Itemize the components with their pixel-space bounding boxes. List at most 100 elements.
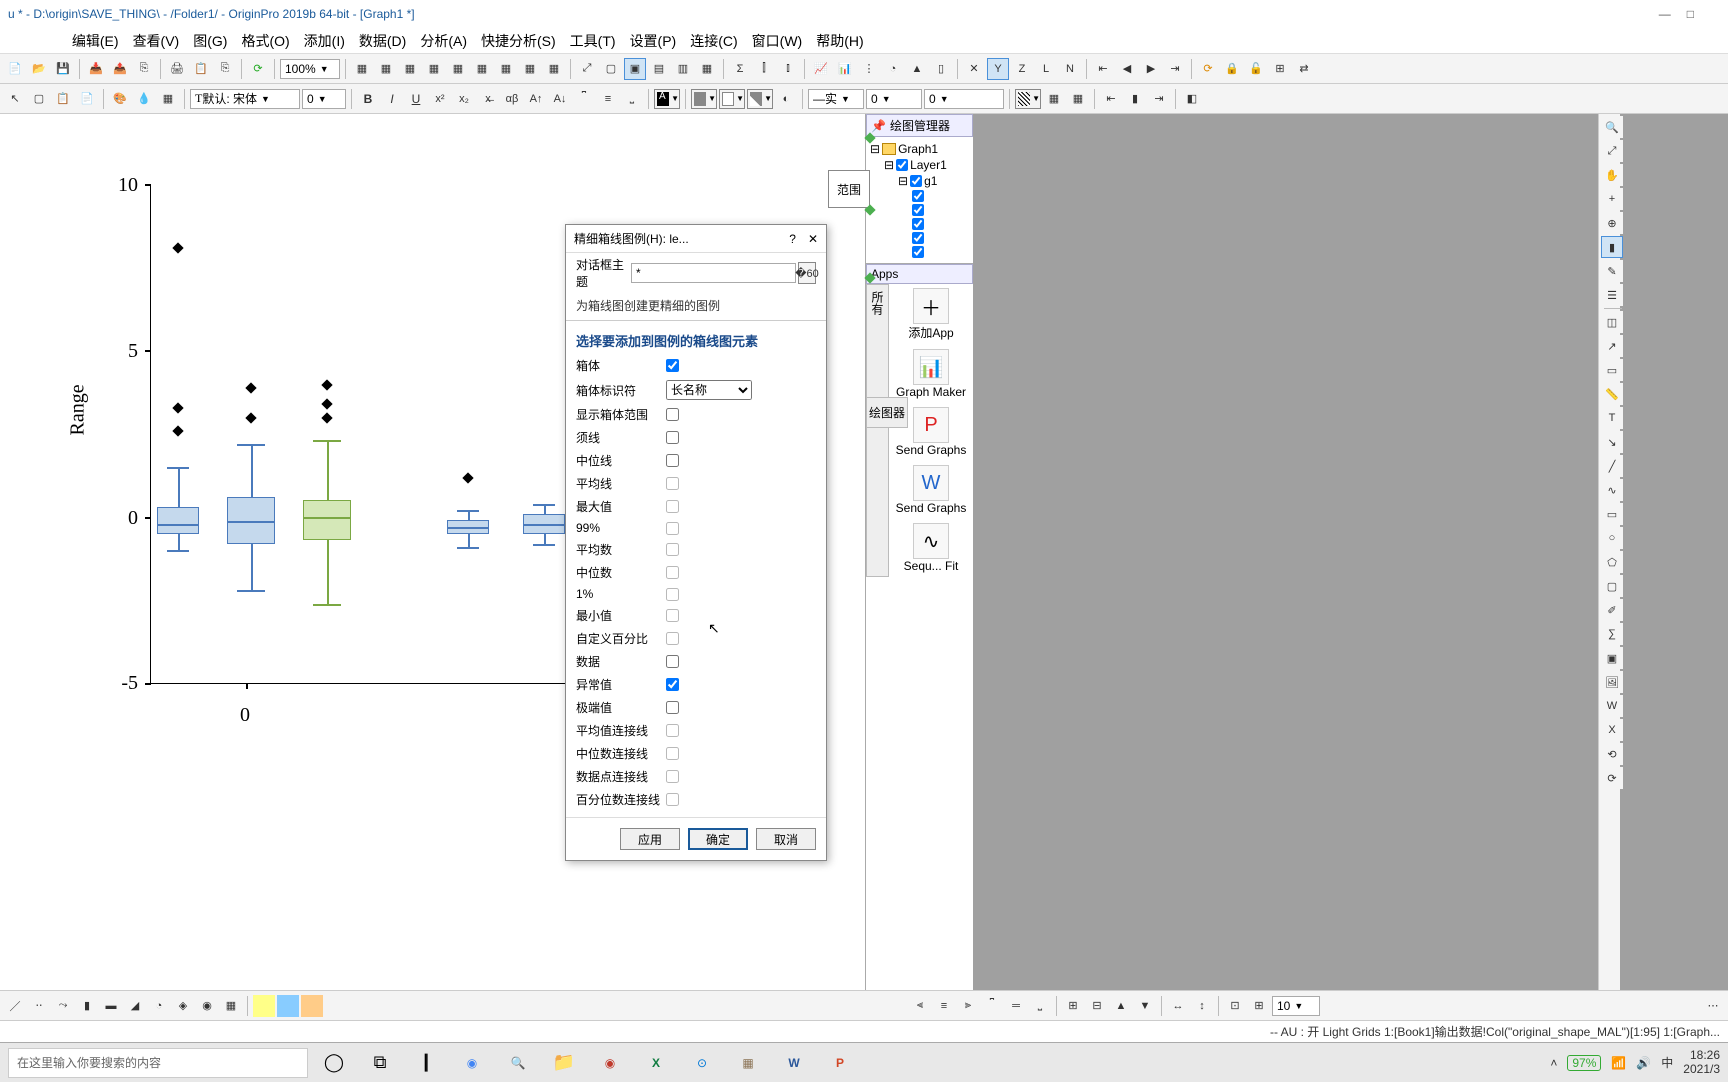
gradient-icon[interactable]: ▦	[1043, 88, 1065, 110]
dialog-help-icon[interactable]: ?	[789, 232, 796, 246]
duplicate-icon[interactable]: ⎘	[214, 58, 236, 80]
menu-graph[interactable]: 图(G)	[187, 29, 233, 53]
bold-icon[interactable]: B	[357, 88, 379, 110]
menu-tools[interactable]: 工具(T)	[564, 29, 622, 53]
stats-icon[interactable]: Σ	[729, 58, 751, 80]
menu-window[interactable]: 窗口(W)	[746, 29, 809, 53]
area-plot-icon[interactable]: ▲	[906, 58, 928, 80]
app-send-graphs-2[interactable]: WSend Graphs	[893, 465, 969, 515]
dlg-checkbox[interactable]	[666, 408, 679, 421]
bigger-icon[interactable]: A↑	[525, 88, 547, 110]
dlg-checkbox[interactable]	[666, 454, 679, 467]
line-color-btn[interactable]: ▼	[719, 89, 745, 109]
ime-icon[interactable]: 中	[1661, 1054, 1673, 1071]
align-mid-icon[interactable]: ≡	[597, 88, 619, 110]
pattern-btn[interactable]: ▼	[1015, 89, 1041, 109]
new-2d-icon[interactable]: ▦	[519, 58, 541, 80]
panel-title-graph-manager[interactable]: 📌 绘图管理器	[866, 114, 973, 137]
minimize-icon[interactable]: —	[1659, 7, 1671, 21]
line-style-combo[interactable]: —实▼	[808, 89, 864, 109]
transfer-icon[interactable]: ⇄	[1293, 58, 1315, 80]
annotation-icon[interactable]: ✎	[1601, 260, 1623, 282]
batch-icon[interactable]: ⎘	[133, 58, 155, 80]
graph-tree[interactable]: ⊟Graph1 ⊟Layer1 ⊟g1	[866, 137, 973, 263]
front-icon[interactable]: ▲	[1110, 995, 1132, 1017]
search-task-icon[interactable]: 🔍	[498, 1047, 538, 1079]
menu-insert[interactable]: 添加(I)	[298, 29, 351, 53]
data-cursor-icon[interactable]: ▮	[1601, 236, 1623, 258]
line-tool-icon[interactable]: ╱	[1601, 455, 1623, 477]
new-project-icon[interactable]: 📄	[4, 58, 26, 80]
align-top2-icon[interactable]: ⎴	[981, 995, 1003, 1017]
align-bot2-icon[interactable]: ⎵	[1029, 995, 1051, 1017]
cortana-icon[interactable]: ◯	[314, 1047, 354, 1079]
palette-icon[interactable]: ▦	[157, 88, 179, 110]
font-size-combo[interactable]: 0▼	[302, 89, 346, 109]
anti-alias-icon[interactable]: ◧	[1181, 88, 1203, 110]
snap2-icon[interactable]: ⊞	[1248, 995, 1270, 1017]
dlg-checkbox[interactable]	[666, 359, 679, 372]
label-icon[interactable]: L	[1035, 58, 1057, 80]
dlg-select[interactable]: 长名称	[666, 380, 752, 400]
align-mid2-icon[interactable]: ═	[1005, 995, 1027, 1017]
search-input[interactable]: 在这里输入你要搜索的内容	[8, 1048, 308, 1078]
menu-edit[interactable]: 编辑(E)	[66, 29, 125, 53]
reader-icon[interactable]: +	[1601, 188, 1623, 210]
text-tool-icon[interactable]: T	[1601, 407, 1623, 429]
save-icon[interactable]: 💾	[52, 58, 74, 80]
new-color-icon[interactable]: 🎨	[109, 88, 131, 110]
new-function-icon[interactable]: ▦	[495, 58, 517, 80]
menu-connectivity[interactable]: 连接(C)	[684, 29, 743, 53]
menu-data[interactable]: 数据(D)	[353, 29, 412, 53]
pie-plot-icon[interactable]: ◔	[882, 58, 904, 80]
new-graph-icon[interactable]: ▦	[399, 58, 421, 80]
excel-task-icon[interactable]: X	[636, 1047, 676, 1079]
skip-left-icon[interactable]: ⇤	[1100, 88, 1122, 110]
zoom-combo[interactable]: 100%▼	[280, 59, 340, 79]
align-left-icon[interactable]: ⫷	[909, 995, 931, 1017]
theme-input[interactable]	[631, 263, 796, 283]
new-layout-icon[interactable]: ▦	[447, 58, 469, 80]
paste-icon[interactable]: 📄	[76, 88, 98, 110]
dialog-close-icon[interactable]: ✕	[808, 232, 818, 246]
open-icon[interactable]: 📂	[28, 58, 50, 80]
print-icon[interactable]: 🖨	[166, 58, 188, 80]
insert-excel-icon[interactable]: X	[1601, 719, 1623, 741]
rescale-icon[interactable]: ⤢	[576, 58, 598, 80]
font-color-btn[interactable]: A▼	[654, 89, 680, 109]
col-stats-icon[interactable]: ⫿	[753, 58, 775, 80]
lock-icon[interactable]: 🔒	[1221, 58, 1243, 80]
lock2-icon[interactable]: 🔓	[1245, 58, 1267, 80]
word-task-icon[interactable]: W	[774, 1047, 814, 1079]
scatter-plot-icon[interactable]: ⋮	[858, 58, 880, 80]
theme-menu-icon[interactable]: �60	[798, 262, 816, 284]
wifi-icon[interactable]: 📶	[1611, 1056, 1626, 1070]
table-icon[interactable]: ▦	[1067, 88, 1089, 110]
box-plot-icon[interactable]: ▯	[930, 58, 952, 80]
new-excel-icon[interactable]: ▦	[375, 58, 397, 80]
pin-icon[interactable]: 📌	[871, 119, 886, 133]
3d-rotate-icon[interactable]: ⟳	[1601, 767, 1623, 789]
none-icon[interactable]: N	[1059, 58, 1081, 80]
ungroup-icon[interactable]: ⊟	[1086, 995, 1108, 1017]
first-icon[interactable]: ⇤	[1092, 58, 1114, 80]
battery-icon[interactable]: 97%	[1567, 1055, 1601, 1071]
ls-template-icon[interactable]: ⤳	[52, 995, 74, 1017]
font-theme-combo[interactable]: T默认: 宋体▼	[190, 89, 300, 109]
line-template-icon[interactable]: ／	[4, 995, 26, 1017]
align-bot-icon[interactable]: ⎵	[621, 88, 643, 110]
zoom-in-icon[interactable]: 🔍	[1601, 116, 1623, 138]
maximize-icon[interactable]: □	[1687, 7, 1694, 21]
rect-tool-icon[interactable]: ▭	[1601, 503, 1623, 525]
menu-view[interactable]: 查看(V)	[127, 29, 186, 53]
transparency-icon[interactable]: ◐	[775, 88, 797, 110]
dlg-checkbox[interactable]	[666, 655, 679, 668]
apps-tab-plotter[interactable]: 绘图器	[866, 397, 908, 428]
sub-icon[interactable]: x₂	[453, 88, 475, 110]
ptr-icon[interactable]: ↖	[4, 88, 26, 110]
ok-button[interactable]: 确定	[688, 828, 748, 850]
color-swatch2-icon[interactable]	[277, 995, 299, 1017]
data-reader-icon[interactable]: ⊕	[1601, 212, 1623, 234]
uniform-h-icon[interactable]: ↕	[1191, 995, 1213, 1017]
new-3d-icon[interactable]: ▦	[543, 58, 565, 80]
